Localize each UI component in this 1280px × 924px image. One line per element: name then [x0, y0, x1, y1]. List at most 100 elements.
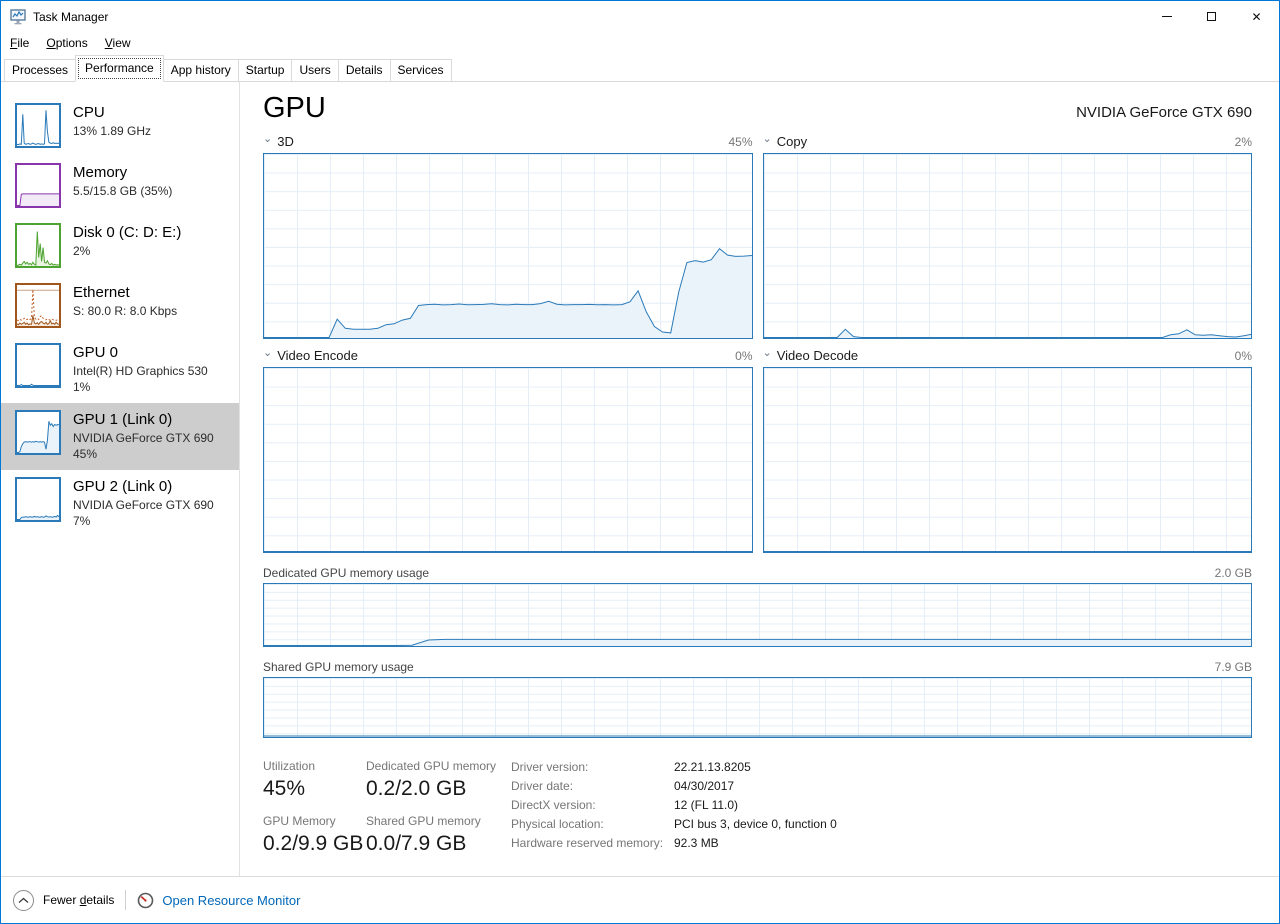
stat-label-dedicated-memory: Dedicated GPU memory: [366, 759, 511, 773]
chevron-down-icon[interactable]: ⌄: [263, 348, 272, 359]
detail-label: DirectX version:: [511, 798, 674, 812]
chart-value-video-decode: 0%: [1235, 349, 1252, 363]
chevron-up-icon: [13, 890, 34, 911]
open-resource-monitor-link[interactable]: Open Resource Monitor: [137, 892, 300, 909]
page-title: GPU: [263, 92, 326, 125]
sidebar-item-title: GPU 2 (Link 0): [73, 478, 214, 497]
minimize-button[interactable]: [1144, 1, 1189, 32]
gpu0-mini-chart: [15, 343, 61, 388]
tab-details[interactable]: Details: [338, 59, 391, 81]
tab-users[interactable]: Users: [291, 59, 338, 81]
maximize-button[interactable]: [1189, 1, 1234, 32]
tab-performance[interactable]: Performance: [75, 55, 164, 82]
menu-view[interactable]: View: [105, 36, 131, 50]
sidebar-item-gpu2[interactable]: GPU 2 (Link 0) NVIDIA GeForce GTX 690 7%: [1, 470, 239, 537]
performance-sidebar: CPU 13% 1.89 GHz Memory 5.5/15.8 GB (35%…: [1, 82, 240, 876]
window-title: Task Manager: [33, 10, 1144, 24]
shared-memory-chart[interactable]: [263, 677, 1252, 738]
tab-processes[interactable]: Processes: [4, 59, 76, 81]
ethernet-mini-chart: [15, 283, 61, 328]
sidebar-item-subtitle2: 45%: [73, 446, 214, 462]
close-button[interactable]: ✕: [1234, 1, 1279, 32]
minimize-icon: [1162, 16, 1172, 17]
stat-label-gpu-memory: GPU Memory: [263, 814, 366, 828]
task-manager-window: Task Manager ✕ File Options View Process…: [0, 0, 1280, 924]
titlebar[interactable]: Task Manager ✕: [1, 1, 1279, 32]
close-icon: ✕: [1251, 11, 1261, 23]
stat-label-utilization: Utilization: [263, 759, 366, 773]
chart-label-video-encode: Video Encode: [277, 348, 358, 363]
app-icon: [10, 9, 27, 25]
stat-value-utilization: 45%: [263, 777, 366, 801]
sidebar-item-subtitle: 2%: [73, 243, 181, 259]
menubar: File Options View: [1, 32, 1279, 53]
stat-value-dedicated-memory: 0.2/2.0 GB: [366, 777, 511, 801]
gpu2-mini-chart: [15, 477, 61, 522]
shared-memory-max: 7.9 GB: [1215, 660, 1252, 674]
sidebar-item-subtitle: NVIDIA GeForce GTX 690: [73, 497, 214, 513]
stat-value-shared-memory: 0.0/7.9 GB: [366, 832, 511, 856]
sidebar-item-cpu[interactable]: CPU 13% 1.89 GHz: [1, 96, 239, 156]
tab-services[interactable]: Services: [390, 59, 452, 81]
gpu-device-name: NVIDIA GeForce GTX 690: [1076, 104, 1252, 121]
detail-value: 12 (FL 11.0): [674, 798, 837, 812]
chart-label-3d: 3D: [277, 134, 294, 149]
video-encode-chart[interactable]: [263, 367, 753, 553]
sidebar-item-subtitle: S: 80.0 R: 8.0 Kbps: [73, 303, 177, 319]
chart-label-video-decode: Video Decode: [777, 348, 858, 363]
sidebar-item-disk0[interactable]: Disk 0 (C: D: E:) 2%: [1, 216, 239, 276]
dedicated-memory-max: 2.0 GB: [1215, 566, 1252, 580]
sidebar-item-subtitle: NVIDIA GeForce GTX 690: [73, 430, 214, 446]
sidebar-item-subtitle: 13% 1.89 GHz: [73, 123, 151, 139]
footer-divider: [125, 890, 126, 910]
menu-options[interactable]: Options: [46, 36, 87, 50]
chevron-down-icon[interactable]: ⌄: [763, 134, 772, 145]
menu-file[interactable]: File: [10, 36, 29, 50]
detail-value: PCI bus 3, device 0, function 0: [674, 817, 837, 831]
disk-mini-chart: [15, 223, 61, 268]
sidebar-item-title: GPU 0: [73, 344, 208, 363]
chevron-down-icon[interactable]: ⌄: [263, 134, 272, 145]
sidebar-item-memory[interactable]: Memory 5.5/15.8 GB (35%): [1, 156, 239, 216]
detail-label: Driver date:: [511, 779, 674, 793]
chart-value-video-encode: 0%: [735, 349, 752, 363]
cpu-mini-chart: [15, 103, 61, 148]
gpu1-mini-chart: [15, 410, 61, 455]
sidebar-item-title: CPU: [73, 104, 151, 123]
tab-bar: Processes Performance App history Startu…: [1, 53, 1279, 82]
detail-value: 04/30/2017: [674, 779, 837, 793]
sidebar-item-gpu1[interactable]: GPU 1 (Link 0) NVIDIA GeForce GTX 690 45…: [1, 403, 239, 470]
detail-label: Hardware reserved memory:: [511, 836, 674, 850]
sidebar-item-title: Memory: [73, 164, 172, 183]
sidebar-item-subtitle: Intel(R) HD Graphics 530: [73, 363, 208, 379]
3d-usage-chart[interactable]: [263, 153, 753, 339]
tab-startup[interactable]: Startup: [238, 59, 293, 81]
sidebar-item-subtitle: 5.5/15.8 GB (35%): [73, 183, 172, 199]
maximize-icon: [1207, 12, 1216, 21]
footer: Fewer details Open Resource Monitor: [1, 876, 1279, 923]
memory-mini-chart: [15, 163, 61, 208]
stat-label-shared-memory: Shared GPU memory: [366, 814, 511, 828]
shared-memory-label: Shared GPU memory usage: [263, 660, 414, 674]
chart-label-copy: Copy: [777, 134, 807, 149]
copy-usage-chart[interactable]: [763, 153, 1253, 339]
chart-value-copy: 2%: [1235, 135, 1252, 149]
sidebar-item-title: GPU 1 (Link 0): [73, 411, 214, 430]
sidebar-item-subtitle2: 7%: [73, 513, 214, 529]
chevron-down-icon[interactable]: ⌄: [763, 348, 772, 359]
sidebar-item-title: Ethernet: [73, 284, 177, 303]
tab-app-history[interactable]: App history: [163, 59, 239, 81]
stat-value-gpu-memory: 0.2/9.9 GB: [263, 832, 366, 856]
detail-value: 22.21.13.8205: [674, 760, 837, 774]
sidebar-item-gpu0[interactable]: GPU 0 Intel(R) HD Graphics 530 1%: [1, 336, 239, 403]
driver-details: Driver version:22.21.13.8205 Driver date…: [511, 760, 837, 856]
sidebar-item-title: Disk 0 (C: D: E:): [73, 224, 181, 243]
detail-value: 92.3 MB: [674, 836, 837, 850]
fewer-details-button[interactable]: Fewer details: [13, 890, 114, 911]
gpu-panel: GPU NVIDIA GeForce GTX 690 ⌄ 3D 45% ⌄ Copy…: [240, 82, 1279, 876]
sidebar-item-ethernet[interactable]: Ethernet S: 80.0 R: 8.0 Kbps: [1, 276, 239, 336]
dedicated-memory-chart[interactable]: [263, 583, 1252, 647]
video-decode-chart[interactable]: [763, 367, 1253, 553]
sidebar-item-subtitle2: 1%: [73, 379, 208, 395]
detail-label: Physical location:: [511, 817, 674, 831]
